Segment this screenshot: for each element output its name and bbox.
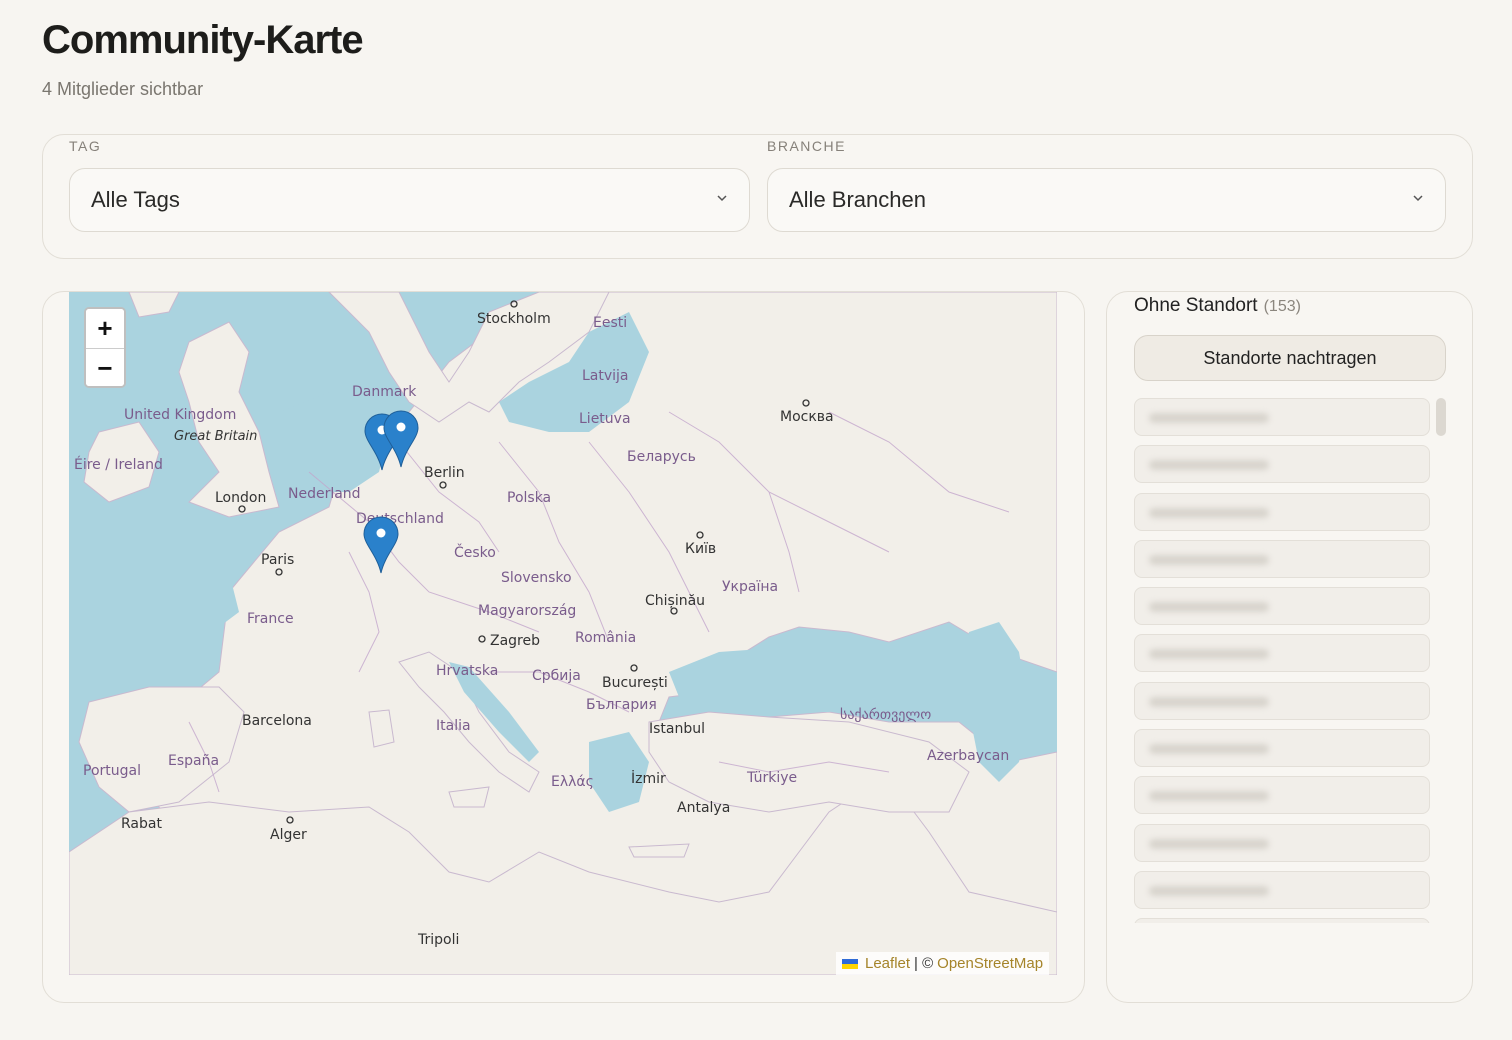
svg-text:Rabat: Rabat: [121, 816, 162, 832]
svg-text:Polska: Polska: [507, 490, 551, 506]
svg-text:Latvija: Latvija: [582, 368, 629, 384]
panel-title: Ohne Standort (153): [1134, 295, 1301, 317]
svg-text:Київ: Київ: [685, 541, 716, 557]
panel-title-text: Ohne Standort: [1134, 295, 1258, 316]
chevron-down-icon: [1413, 195, 1423, 202]
svg-text:България: България: [586, 697, 657, 713]
list-item[interactable]: [1134, 398, 1430, 436]
blurred-name: [1149, 554, 1269, 565]
svg-text:Éire / Ireland: Éire / Ireland: [74, 456, 163, 473]
tag-select-value: Alle Tags: [91, 187, 180, 212]
list-item[interactable]: [1134, 587, 1430, 626]
svg-text:France: France: [247, 611, 294, 627]
svg-text:İzmir: İzmir: [631, 769, 666, 787]
svg-text:Eesti: Eesti: [593, 315, 627, 331]
map-tiles: Danmark United Kingdom Éire / Ireland Ne…: [69, 292, 1057, 975]
tag-filter-label: TAG: [69, 138, 102, 154]
leaflet-link[interactable]: Leaflet: [865, 955, 910, 972]
svg-text:Україна: Україна: [722, 579, 778, 595]
svg-text:London: London: [215, 490, 266, 506]
branche-select-value: Alle Branchen: [789, 187, 926, 212]
map[interactable]: Danmark United Kingdom Éire / Ireland Ne…: [69, 292, 1057, 975]
list-item[interactable]: [1134, 823, 1430, 862]
zoom-in-button[interactable]: +: [86, 309, 124, 348]
list-item[interactable]: [1134, 492, 1430, 531]
chevron-down-icon: [717, 195, 727, 202]
blurred-name: [1149, 460, 1269, 471]
list-item[interactable]: [1134, 729, 1430, 768]
svg-text:București: București: [602, 675, 668, 691]
svg-text:Danmark: Danmark: [352, 384, 417, 400]
ukraine-flag-icon: [842, 958, 858, 969]
svg-text:Stockholm: Stockholm: [477, 311, 551, 327]
svg-text:Portugal: Portugal: [83, 763, 141, 779]
svg-text:Berlin: Berlin: [424, 465, 465, 481]
panel-count: (153): [1263, 298, 1301, 315]
svg-text:Magyarország: Magyarország: [478, 603, 576, 619]
zoom-out-button[interactable]: −: [86, 348, 124, 386]
svg-text:Србија: Србија: [532, 668, 581, 684]
list-item[interactable]: [1134, 634, 1430, 673]
branche-select[interactable]: Alle Branchen: [767, 168, 1446, 232]
list-item[interactable]: [1134, 918, 1430, 923]
svg-text:Great Britain: Great Britain: [174, 429, 257, 444]
page-title: Community-Karte: [42, 18, 364, 62]
svg-text:Москва: Москва: [780, 409, 834, 425]
branche-filter-label: BRANCHE: [767, 138, 846, 154]
svg-text:საქართველო: საქართველო: [840, 706, 931, 723]
svg-text:Alger: Alger: [270, 827, 307, 843]
svg-text:Azerbaycan: Azerbaycan: [927, 748, 1009, 764]
svg-text:Česko: Česko: [454, 543, 496, 561]
blurred-name: [1149, 838, 1269, 849]
svg-text:Slovensko: Slovensko: [501, 570, 572, 586]
attribution-separator: | ©: [914, 955, 934, 972]
page-subtitle: 4 Mitglieder sichtbar: [42, 79, 204, 99]
member-list[interactable]: [1134, 398, 1430, 923]
svg-text:Ελλάς: Ελλάς: [551, 774, 594, 790]
svg-text:Türkiye: Türkiye: [746, 770, 797, 786]
zoom-control: + −: [84, 307, 126, 388]
blurred-name: [1149, 696, 1269, 707]
blurred-name: [1149, 602, 1269, 613]
blurred-name: [1149, 744, 1269, 755]
openstreetmap-link[interactable]: OpenStreetMap: [937, 955, 1043, 972]
svg-text:Беларусь: Беларусь: [627, 449, 696, 465]
blurred-name: [1149, 791, 1269, 802]
svg-text:United Kingdom: United Kingdom: [124, 407, 236, 423]
blurred-name: [1149, 507, 1269, 518]
svg-text:Paris: Paris: [261, 552, 294, 568]
add-locations-button[interactable]: Standorte nachtragen: [1134, 335, 1446, 381]
svg-text:Italia: Italia: [436, 718, 471, 734]
svg-text:Tripoli: Tripoli: [417, 932, 459, 948]
list-item[interactable]: [1134, 539, 1430, 578]
svg-text:España: España: [168, 753, 219, 769]
list-item[interactable]: [1134, 445, 1430, 484]
list-scrollbar[interactable]: [1436, 398, 1446, 436]
svg-text:România: România: [575, 630, 636, 646]
blurred-name: [1149, 885, 1269, 896]
svg-text:Barcelona: Barcelona: [242, 713, 312, 729]
tag-select[interactable]: Alle Tags: [69, 168, 750, 232]
svg-text:Hrvatska: Hrvatska: [436, 663, 498, 679]
list-item[interactable]: [1134, 681, 1430, 720]
svg-text:Lietuva: Lietuva: [579, 411, 631, 427]
list-item[interactable]: [1134, 776, 1430, 815]
list-item[interactable]: [1134, 870, 1430, 909]
svg-text:Istanbul: Istanbul: [649, 721, 705, 737]
svg-text:Antalya: Antalya: [677, 800, 730, 816]
blurred-name: [1149, 649, 1269, 660]
blurred-name: [1149, 413, 1269, 423]
svg-text:Chișinău: Chișinău: [645, 593, 705, 609]
map-attribution: Leaflet | © OpenStreetMap: [836, 952, 1050, 975]
svg-text:Zagreb: Zagreb: [490, 633, 540, 649]
svg-text:Nederland: Nederland: [288, 486, 361, 502]
